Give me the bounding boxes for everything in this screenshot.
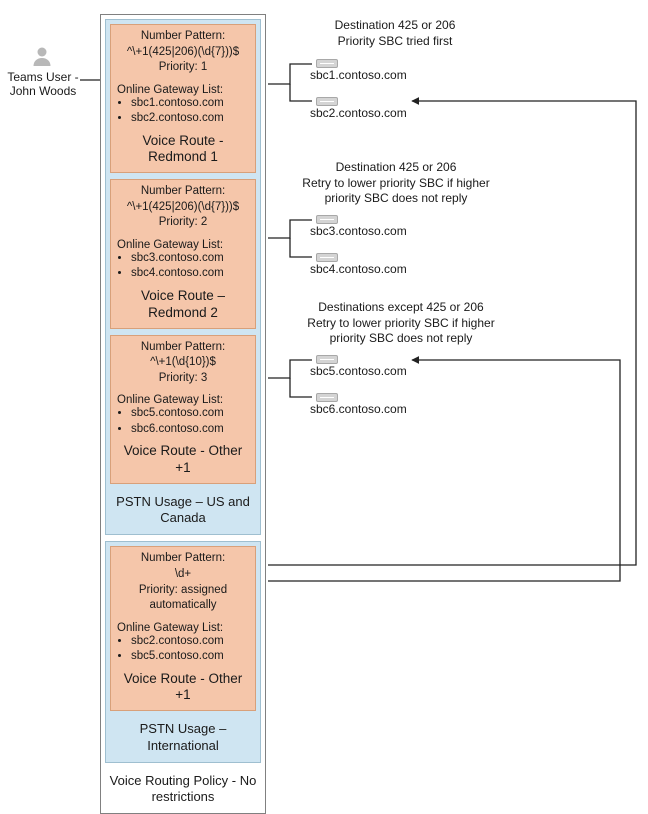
user-label: Teams User - John Woods — [4, 70, 82, 99]
voice-route-redmond-2: Number Pattern: ^\+1(425|206)(\d{7}))$ P… — [110, 179, 256, 328]
policy-title: Voice Routing Policy - No restrictions — [105, 769, 261, 812]
note-retry-2: Destination 425 or 206Retry to lower pri… — [296, 160, 496, 207]
priority-value: Priority: 2 — [117, 215, 249, 231]
voice-route-other-1-intl: Number Pattern: \d+ Priority: assigned a… — [110, 546, 256, 711]
server-icon — [316, 393, 338, 402]
gateway-item: sbc3.contoso.com — [131, 251, 249, 267]
usage-title: PSTN Usage – US and Canada — [110, 490, 256, 533]
pstn-usage-us-canada: Number Pattern: ^\+1(425|206)(\d{7}))$ P… — [105, 19, 261, 535]
voice-route-other-1-us: Number Pattern: ^\+1(\d{10})$ Priority: … — [110, 335, 256, 484]
sbc-label: sbc4.contoso.com — [310, 262, 407, 276]
sbc-label: sbc5.contoso.com — [310, 364, 407, 378]
pstn-usage-international: Number Pattern: \d+ Priority: assigned a… — [105, 541, 261, 762]
route-title: Voice Route – Redmond 2 — [117, 286, 249, 324]
route-title: Voice Route - Other +1 — [117, 669, 249, 707]
sbc-label: sbc6.contoso.com — [310, 402, 407, 416]
server-icon — [316, 215, 338, 224]
gateway-item: sbc2.contoso.com — [131, 111, 249, 127]
gateway-list-label: Online Gateway List: — [117, 84, 249, 96]
gateway-item: sbc5.contoso.com — [131, 406, 249, 422]
pattern-label: Number Pattern: — [117, 551, 249, 567]
gateway-list: sbc5.contoso.com sbc6.contoso.com — [131, 406, 249, 437]
server-icon — [316, 355, 338, 364]
gateway-item: sbc6.contoso.com — [131, 422, 249, 438]
gateway-item: sbc4.contoso.com — [131, 266, 249, 282]
user-icon — [30, 44, 54, 68]
pattern-value: ^\+1(\d{10})$ — [117, 355, 249, 371]
sbc-label: sbc1.contoso.com — [310, 68, 407, 82]
priority-value: Priority: 3 — [117, 371, 249, 387]
pattern-value: \d+ — [117, 567, 249, 583]
note-priority-first: Destination 425 or 206Priority SBC tried… — [310, 18, 480, 49]
route-title: Voice Route - Redmond 1 — [117, 131, 249, 169]
gateway-item: sbc2.contoso.com — [131, 634, 249, 650]
pattern-label: Number Pattern: — [117, 184, 249, 200]
sbc-label: sbc3.contoso.com — [310, 224, 407, 238]
gateway-item: sbc5.contoso.com — [131, 649, 249, 665]
gateway-list-label: Online Gateway List: — [117, 622, 249, 634]
server-icon — [316, 97, 338, 106]
server-icon — [316, 253, 338, 262]
note-retry-3: Destinations except 425 or 206Retry to l… — [296, 300, 506, 347]
gateway-list: sbc3.contoso.com sbc4.contoso.com — [131, 251, 249, 282]
pattern-value: ^\+1(425|206)(\d{7}))$ — [117, 200, 249, 216]
pattern-label: Number Pattern: — [117, 29, 249, 45]
voice-routing-policy: Number Pattern: ^\+1(425|206)(\d{7}))$ P… — [100, 14, 266, 814]
voice-route-redmond-1: Number Pattern: ^\+1(425|206)(\d{7}))$ P… — [110, 24, 256, 173]
priority-value: Priority: 1 — [117, 60, 249, 76]
server-icon — [316, 59, 338, 68]
gateway-list-label: Online Gateway List: — [117, 394, 249, 406]
pattern-label: Number Pattern: — [117, 340, 249, 356]
usage-title: PSTN Usage – International — [110, 717, 256, 760]
route-title: Voice Route - Other +1 — [117, 441, 249, 479]
gateway-list: sbc2.contoso.com sbc5.contoso.com — [131, 634, 249, 665]
gateway-list-label: Online Gateway List: — [117, 239, 249, 251]
priority-value: Priority: assigned automatically — [117, 583, 249, 614]
pattern-value: ^\+1(425|206)(\d{7}))$ — [117, 45, 249, 61]
sbc-label: sbc2.contoso.com — [310, 106, 407, 120]
gateway-list: sbc1.contoso.com sbc2.contoso.com — [131, 96, 249, 127]
gateway-item: sbc1.contoso.com — [131, 96, 249, 112]
